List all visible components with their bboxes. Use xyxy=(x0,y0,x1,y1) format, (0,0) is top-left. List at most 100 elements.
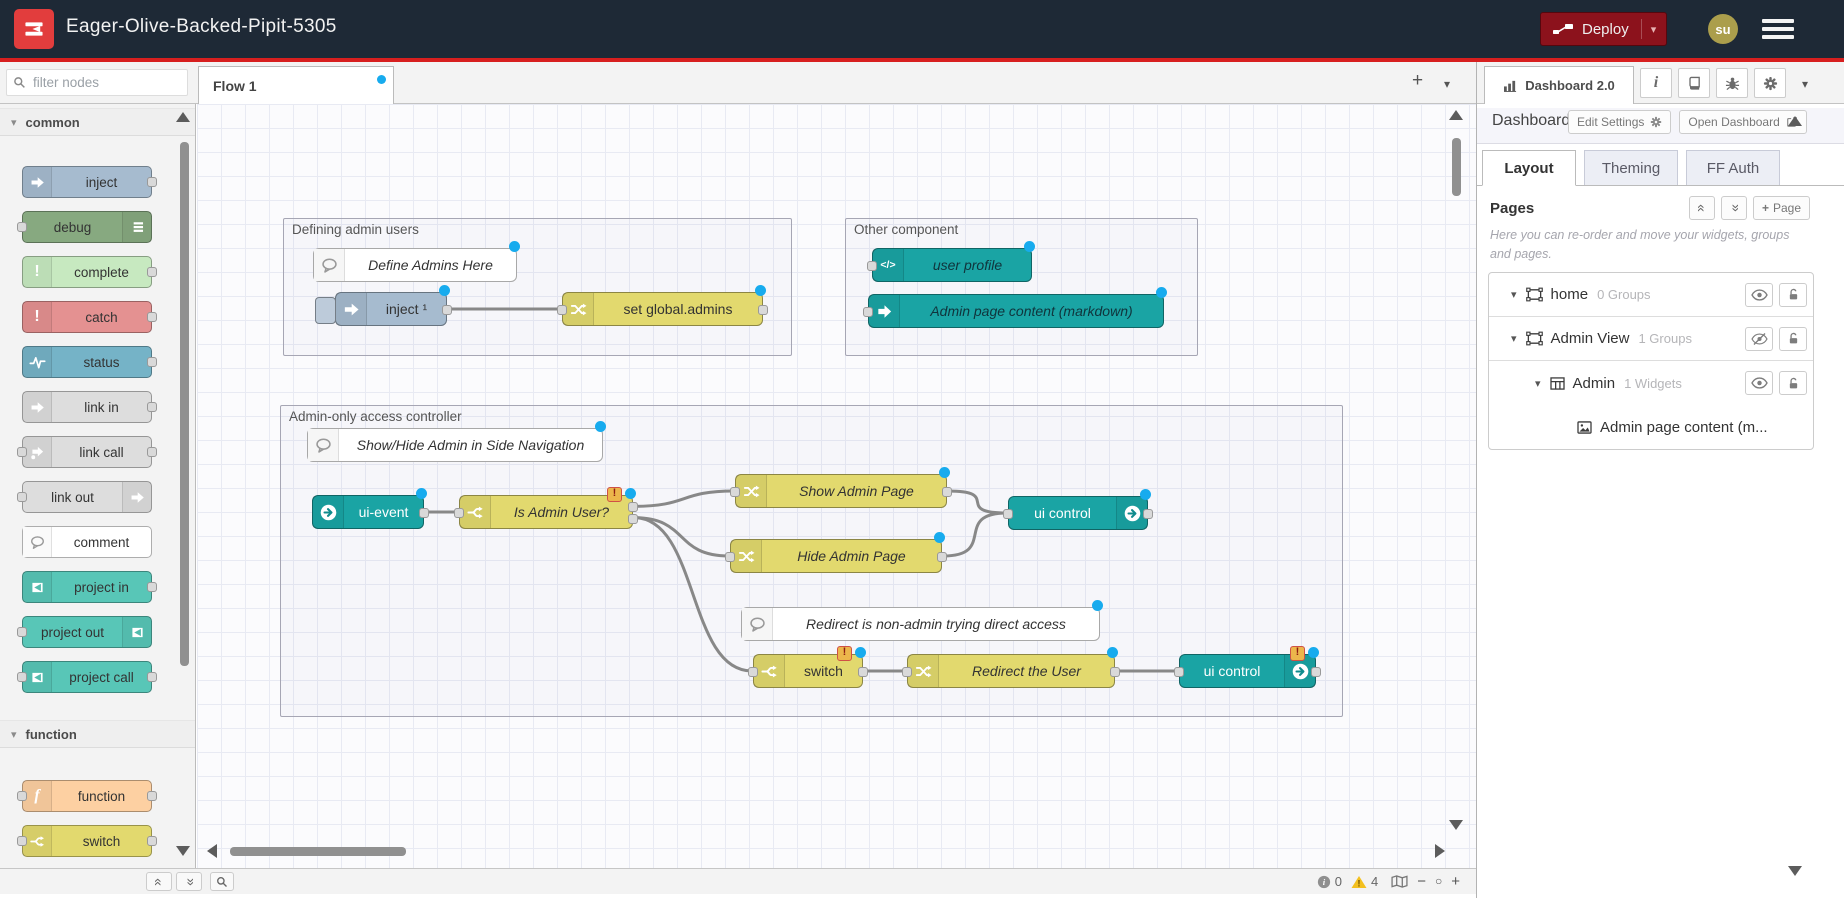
palette-node-debug[interactable]: debug xyxy=(22,211,152,243)
input-port[interactable] xyxy=(17,672,27,682)
output-port[interactable] xyxy=(442,305,452,315)
palette-filter-input[interactable] xyxy=(31,74,212,91)
palette-node-link-out[interactable]: link out xyxy=(22,481,152,513)
sidebar-scroll-up-icon[interactable] xyxy=(1788,116,1802,126)
output-port[interactable] xyxy=(147,177,157,187)
palette-node-function[interactable]: ffunction xyxy=(22,780,152,812)
canvas-scroll-down-icon[interactable] xyxy=(1449,820,1463,830)
canvas-horizontal-scrollbar[interactable] xyxy=(230,847,406,856)
flow-node-redirect[interactable]: Redirect the User xyxy=(907,654,1115,688)
palette-collapse-all-button[interactable]: « xyxy=(146,872,172,891)
input-port[interactable] xyxy=(17,222,27,232)
canvas-scroll-left-icon[interactable] xyxy=(207,844,217,858)
input-port[interactable] xyxy=(17,627,27,637)
output-port[interactable] xyxy=(1311,667,1321,677)
avatar[interactable]: su xyxy=(1708,14,1738,44)
tab-layout[interactable]: Layout xyxy=(1482,150,1576,186)
flow-node-show_admin[interactable]: Show Admin Page xyxy=(735,474,947,508)
sidebar-tab-info[interactable]: i xyxy=(1640,68,1672,98)
input-port[interactable] xyxy=(17,791,27,801)
input-port[interactable] xyxy=(454,508,464,518)
palette-category-function[interactable]: ▾function xyxy=(0,720,195,748)
zoom-reset-button[interactable]: ○ xyxy=(1435,874,1442,889)
lock-toggle[interactable] xyxy=(1779,283,1807,307)
menu-icon[interactable] xyxy=(1762,19,1794,41)
lock-toggle[interactable] xyxy=(1779,327,1807,351)
palette-node-project-call[interactable]: project call xyxy=(22,661,152,693)
flow-node-ui_event[interactable]: ui-event xyxy=(312,495,424,529)
add-flow-button[interactable]: + xyxy=(1412,71,1423,91)
chevron-down-icon[interactable]: ▾ xyxy=(1511,332,1517,345)
lock-toggle[interactable] xyxy=(1779,371,1807,395)
sidebar-tab-help[interactable] xyxy=(1678,68,1710,98)
output-port[interactable] xyxy=(147,672,157,682)
sidebar-tab-config[interactable] xyxy=(1754,68,1786,98)
palette-node-inject[interactable]: inject xyxy=(22,166,152,198)
search-flows-button[interactable] xyxy=(210,872,234,891)
input-port[interactable] xyxy=(17,492,27,502)
palette-node-project-in[interactable]: project in xyxy=(22,571,152,603)
sidebar-tab-dashboard[interactable]: Dashboard 2.0 xyxy=(1484,66,1634,104)
input-port[interactable] xyxy=(730,487,740,497)
input-port[interactable] xyxy=(557,305,567,315)
tab-ff-auth[interactable]: FF Auth xyxy=(1686,150,1780,186)
zoom-in-button[interactable]: + xyxy=(1451,874,1460,889)
output-port[interactable] xyxy=(147,312,157,322)
palette-expand-all-button[interactable]: « xyxy=(176,872,202,891)
palette-node-link-in[interactable]: link in xyxy=(22,391,152,423)
navigator-toggle[interactable] xyxy=(1391,875,1408,888)
flow-group-g2[interactable]: Other component xyxy=(845,218,1198,356)
sidebar-tab-debug[interactable] xyxy=(1716,68,1748,98)
input-port[interactable] xyxy=(17,447,27,457)
palette-node-status[interactable]: status xyxy=(22,346,152,378)
tree-row-admin-page-content-m-[interactable]: Admin page content (m... xyxy=(1489,405,1813,449)
deploy-button[interactable]: Deploy ▾ xyxy=(1540,12,1667,46)
output-port[interactable] xyxy=(147,447,157,457)
sidebar-tabs-dropdown-icon[interactable]: ▾ xyxy=(1802,74,1808,94)
flow-node-hide_admin[interactable]: Hide Admin Page xyxy=(730,539,942,573)
flow-node-comment3[interactable]: Redirect is non-admin trying direct acce… xyxy=(741,607,1100,641)
flow-node-ui_control2[interactable]: ui control! xyxy=(1179,654,1316,688)
input-port[interactable] xyxy=(867,261,877,271)
tree-row-admin[interactable]: ▾Admin1 Widgets xyxy=(1489,361,1813,405)
flow-node-inject1[interactable]: inject ¹ xyxy=(335,292,447,326)
edit-settings-button[interactable]: Edit Settings xyxy=(1568,110,1671,134)
input-port[interactable] xyxy=(17,836,27,846)
chevron-down-icon[interactable]: ▾ xyxy=(1511,288,1517,301)
flow-node-user_profile[interactable]: </>user profile xyxy=(872,248,1032,282)
output-port[interactable] xyxy=(858,667,868,677)
palette-node-complete[interactable]: !complete xyxy=(22,256,152,288)
flow-node-is_admin[interactable]: Is Admin User?! xyxy=(459,495,633,529)
output-port[interactable] xyxy=(419,508,429,518)
palette-scrollbar[interactable] xyxy=(180,142,189,666)
palette-scroll-up-icon[interactable] xyxy=(176,112,190,122)
visibility-toggle[interactable] xyxy=(1745,371,1773,395)
error-count[interactable]: i 0 xyxy=(1317,874,1342,889)
chevron-down-icon[interactable]: ▾ xyxy=(1535,377,1541,390)
canvas-vertical-scrollbar[interactable] xyxy=(1452,138,1461,196)
input-port[interactable] xyxy=(748,667,758,677)
add-page-button[interactable]: + Page xyxy=(1753,196,1810,220)
output-port[interactable] xyxy=(147,791,157,801)
flow-node-comment2[interactable]: Show/Hide Admin in Side Navigation xyxy=(307,428,603,462)
output-port[interactable] xyxy=(147,267,157,277)
flow-node-switch2[interactable]: switch! xyxy=(753,654,863,688)
input-port[interactable] xyxy=(1003,509,1013,519)
collapse-all-button[interactable]: « xyxy=(1689,196,1715,220)
output-port[interactable] xyxy=(628,502,638,512)
output-port[interactable] xyxy=(758,305,768,315)
palette-node-link-call[interactable]: link call xyxy=(22,436,152,468)
flow-node-change1[interactable]: set global.admins xyxy=(562,292,763,326)
tab-flow-1[interactable]: Flow 1 xyxy=(198,66,394,104)
canvas-scroll-right-icon[interactable] xyxy=(1435,844,1445,858)
palette-node-project-out[interactable]: project out xyxy=(22,616,152,648)
sidebar-scroll-down-icon[interactable] xyxy=(1788,866,1802,876)
output-port[interactable] xyxy=(937,552,947,562)
palette-scroll-down-icon[interactable] xyxy=(176,846,190,856)
palette-node-comment[interactable]: comment xyxy=(22,526,152,558)
output-port[interactable] xyxy=(1110,667,1120,677)
output-port[interactable] xyxy=(942,487,952,497)
flow-node-comment1[interactable]: Define Admins Here xyxy=(313,248,517,282)
flow-group-g1[interactable]: Defining admin users xyxy=(283,218,792,356)
canvas-scroll-up-icon[interactable] xyxy=(1449,110,1463,120)
